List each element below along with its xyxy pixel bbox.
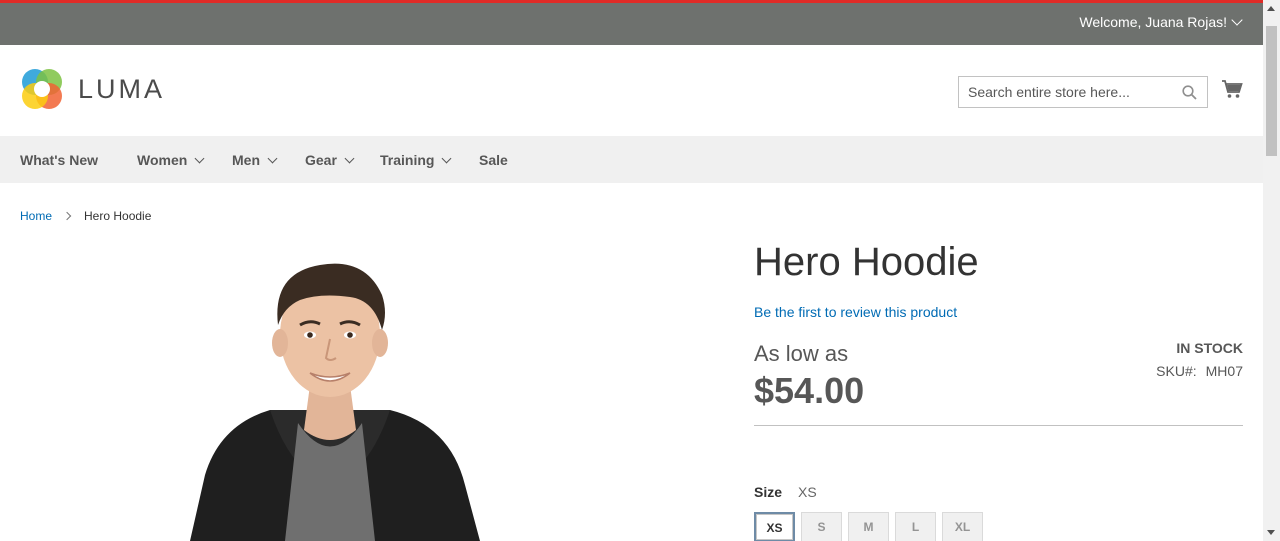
product-image[interactable] (160, 255, 500, 541)
sku-value: MH07 (1205, 363, 1243, 379)
sku-label: SKU#: (1156, 363, 1197, 379)
stock-status: In stock (1176, 340, 1243, 356)
breadcrumb-current: Hero Hoodie (84, 209, 152, 223)
nav-item-label: Sale (479, 152, 508, 168)
chevron-down-icon (442, 153, 452, 163)
header: LUMA (0, 45, 1263, 136)
scroll-down-icon[interactable] (1267, 530, 1275, 535)
nav-item-whats-new[interactable]: What's New (20, 152, 98, 168)
nav-item-label: Men (232, 152, 260, 168)
nav-item-training[interactable]: Training (380, 152, 452, 168)
scroll-thumb[interactable] (1266, 26, 1277, 156)
breadcrumb: Home Hero Hoodie (20, 209, 151, 223)
nav-item-gear[interactable]: Gear (305, 152, 355, 168)
welcome-text: Welcome, Juana Rojas! (1079, 14, 1227, 30)
page: Welcome, Juana Rojas! LUMA Search entire… (0, 0, 1280, 541)
product-price: $54.00 (754, 370, 865, 411)
logo-text: LUMA (78, 73, 166, 104)
chevron-down-icon (194, 153, 205, 163)
store-logo[interactable]: LUMA (20, 67, 165, 111)
scroll-up-icon[interactable] (1267, 6, 1275, 11)
nav-item-women[interactable]: Women (137, 152, 205, 168)
breadcrumb-home-link[interactable]: Home (20, 209, 52, 223)
nav-item-label: What's New (20, 152, 99, 168)
luma-logo-icon (22, 69, 62, 109)
size-option-s[interactable]: S (801, 512, 842, 541)
nav-item-sale[interactable]: Sale (479, 152, 508, 168)
divider (754, 425, 1243, 426)
main-nav: What's New Women Men Gear Training Sale (0, 136, 1263, 183)
top-bar: Welcome, Juana Rojas! (0, 0, 1263, 45)
nav-item-label: Women (137, 152, 188, 168)
nav-item-men[interactable]: Men (232, 152, 278, 168)
size-option-l[interactable]: L (895, 512, 936, 541)
size-option-m[interactable]: M (848, 512, 889, 541)
chevron-right-icon (62, 211, 72, 221)
search-box (958, 76, 1208, 108)
nav-item-label: Training (380, 152, 435, 168)
size-option-xs[interactable]: XS (754, 512, 795, 541)
search-icon[interactable] (1182, 85, 1197, 105)
size-selected-value: XS (798, 484, 817, 500)
product-photo (190, 263, 480, 541)
search-input[interactable] (959, 77, 1207, 107)
size-swatches: XS S M L XL (754, 512, 983, 541)
price-prefix: As low as (754, 341, 849, 366)
size-label: Size (754, 484, 783, 500)
customer-menu[interactable]: Welcome, Juana Rojas! (1079, 14, 1243, 30)
cart-icon[interactable] (1221, 79, 1243, 104)
chevron-down-icon (344, 153, 355, 163)
review-link[interactable]: Be the first to review this product (754, 304, 957, 320)
chevron-down-icon (1231, 14, 1243, 26)
chevron-down-icon (267, 153, 278, 163)
scrollbar[interactable] (1263, 0, 1280, 541)
size-option-xl[interactable]: XL (942, 512, 983, 541)
nav-item-label: Gear (305, 152, 337, 168)
product-sku: SKU#: MH07 (1156, 363, 1243, 379)
product-title: Hero Hoodie (754, 240, 979, 284)
